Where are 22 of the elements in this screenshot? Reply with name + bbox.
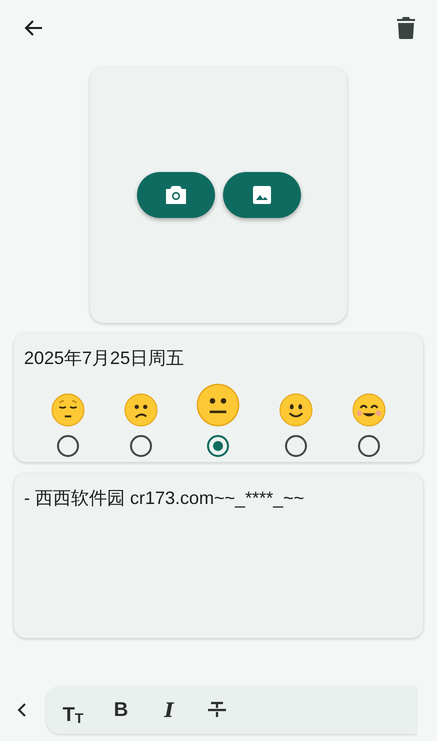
bold-button[interactable]: B xyxy=(106,695,136,725)
date-label: 2025年7月25日周五 xyxy=(24,347,184,369)
camera-icon xyxy=(164,185,186,205)
emoji-face-icon xyxy=(51,393,86,427)
text-size-button[interactable]: TT xyxy=(58,695,88,725)
camera-button[interactable] xyxy=(136,172,214,218)
mood-radio[interactable] xyxy=(207,435,230,457)
emoji-face-icon xyxy=(352,393,386,427)
mood-radio[interactable] xyxy=(57,435,80,457)
gallery-button[interactable] xyxy=(222,172,300,218)
emoji-face-icon xyxy=(279,393,314,427)
italic-button[interactable]: I xyxy=(154,695,184,725)
note-text-field[interactable]: - 西西软件园 cr173.com~~_****_~~ xyxy=(24,487,413,509)
chevron-left-icon[interactable] xyxy=(16,703,28,717)
mood-radio[interactable] xyxy=(358,435,380,457)
mood-radio[interactable] xyxy=(285,435,308,457)
image-icon xyxy=(252,185,272,205)
mood-radio[interactable] xyxy=(130,435,152,457)
strikethrough-icon xyxy=(207,701,227,719)
delete-icon[interactable] xyxy=(397,17,415,39)
emoji-face-icon xyxy=(124,393,158,427)
emoji-face-icon xyxy=(196,383,240,427)
